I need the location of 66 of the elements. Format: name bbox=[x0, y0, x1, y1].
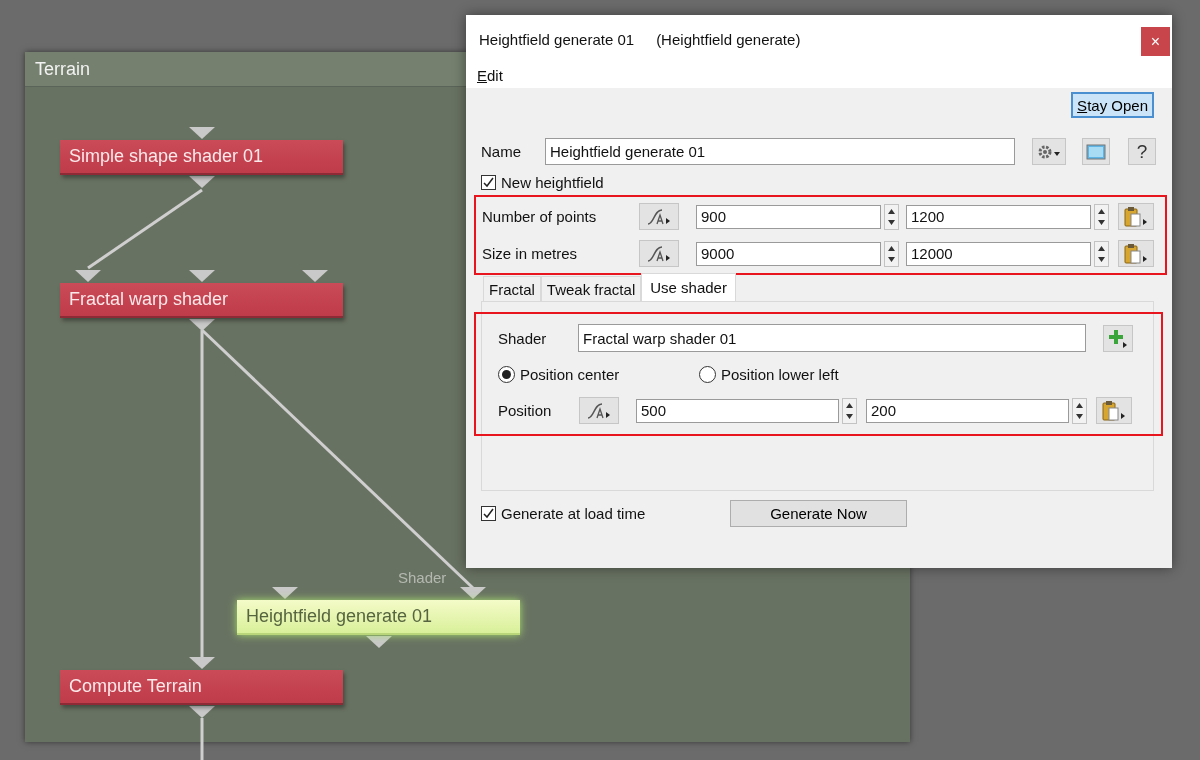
clipboard-icon bbox=[1123, 205, 1149, 228]
spin-button[interactable] bbox=[1072, 397, 1087, 424]
paste-button[interactable] bbox=[1118, 203, 1154, 230]
tab[interactable]: Tweak fractal bbox=[540, 276, 642, 301]
close-button[interactable]: × bbox=[1141, 27, 1170, 56]
paste-button[interactable] bbox=[1096, 397, 1132, 424]
graph-node[interactable]: Heightfield generate 01 bbox=[237, 600, 520, 635]
window-subtitle: (Heightfield generate) bbox=[656, 30, 801, 48]
gear-button[interactable] bbox=[1032, 138, 1066, 165]
generate-now-button[interactable]: Generate Now bbox=[730, 500, 907, 527]
edge-label: Shader bbox=[398, 569, 447, 586]
up-down-arrows-icon bbox=[1097, 206, 1106, 227]
animate-button[interactable] bbox=[639, 203, 679, 230]
help-button[interactable]: ? bbox=[1128, 138, 1156, 165]
preview-icon bbox=[1086, 143, 1106, 160]
field-label: Size in metres bbox=[482, 245, 579, 262]
clipboard-icon bbox=[1123, 242, 1149, 265]
field-label: Shader bbox=[498, 329, 548, 347]
clipboard-icon bbox=[1101, 399, 1127, 422]
add-button[interactable] bbox=[1103, 324, 1133, 352]
up-down-arrows-icon bbox=[1097, 243, 1106, 264]
radio-button[interactable] bbox=[699, 366, 716, 383]
checkbox-label: Generate at load time bbox=[501, 505, 646, 522]
plus-icon bbox=[1107, 328, 1129, 348]
field-label: Number of points bbox=[482, 208, 598, 225]
checkbox[interactable] bbox=[481, 506, 496, 521]
tab[interactable]: Use shader bbox=[641, 273, 736, 301]
graph-node[interactable]: Simple shape shader 01 bbox=[60, 140, 343, 175]
curve-icon bbox=[646, 207, 672, 226]
curve-icon bbox=[646, 244, 672, 263]
spin-button[interactable] bbox=[884, 240, 899, 267]
menu-item[interactable]: Edit bbox=[477, 67, 503, 84]
number-field[interactable]: 12000 bbox=[906, 241, 1091, 266]
paste-button[interactable] bbox=[1118, 240, 1154, 267]
checkbox-label: New heightfield bbox=[501, 174, 604, 191]
spin-button[interactable] bbox=[1094, 203, 1109, 230]
field-label: Position bbox=[498, 402, 553, 419]
graph-node[interactable]: Fractal warp shader bbox=[60, 283, 343, 318]
shader-field[interactable]: Fractal warp shader 01 bbox=[578, 324, 1086, 352]
connector-line bbox=[200, 718, 204, 760]
curve-icon bbox=[586, 401, 612, 420]
spin-button[interactable] bbox=[884, 203, 899, 230]
graph-node[interactable]: Compute Terrain bbox=[60, 670, 343, 705]
up-down-arrows-icon bbox=[1075, 400, 1084, 421]
up-down-arrows-icon bbox=[845, 400, 854, 421]
animate-button[interactable] bbox=[639, 240, 679, 267]
window-title: Heightfield generate 01 bbox=[479, 30, 635, 48]
spin-button[interactable] bbox=[1094, 240, 1109, 267]
up-down-arrows-icon bbox=[887, 206, 896, 227]
up-down-arrows-icon bbox=[887, 243, 896, 264]
radio-button[interactable] bbox=[498, 366, 515, 383]
name-field[interactable]: Heightfield generate 01 bbox=[545, 138, 1015, 165]
number-field[interactable]: 900 bbox=[696, 204, 881, 229]
number-field[interactable]: 200 bbox=[866, 398, 1069, 423]
radio-label: Position center bbox=[520, 366, 620, 383]
panel-title: Terrain bbox=[35, 59, 91, 80]
tab[interactable]: Fractal bbox=[483, 276, 541, 301]
number-field[interactable]: 1200 bbox=[906, 204, 1091, 229]
spin-button[interactable] bbox=[842, 397, 857, 424]
checkbox[interactable] bbox=[481, 175, 496, 190]
animate-button[interactable] bbox=[579, 397, 619, 424]
number-field[interactable]: 9000 bbox=[696, 241, 881, 266]
number-field[interactable]: 500 bbox=[636, 398, 839, 423]
stay-open-button[interactable]: Stay Open bbox=[1071, 92, 1154, 118]
field-label: Name bbox=[481, 143, 522, 160]
radio-label: Position lower left bbox=[721, 366, 839, 383]
